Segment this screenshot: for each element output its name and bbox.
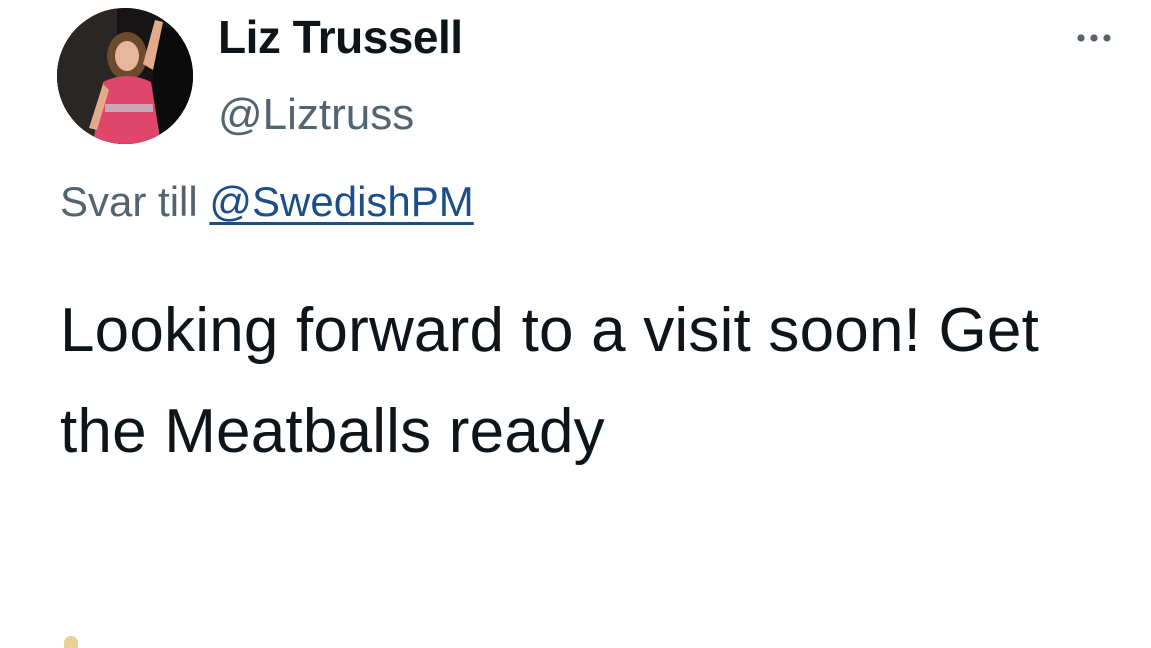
more-options-button[interactable] (1068, 18, 1120, 58)
author-handle[interactable]: @Liztruss (218, 90, 414, 140)
tweet-card: Liz Trussell @Liztruss Svar till @Swedis… (0, 0, 1151, 648)
cropped-icon-fragment (64, 636, 78, 648)
more-horizontal-icon (1077, 34, 1111, 42)
reply-prefix: Svar till (60, 178, 198, 225)
author-display-name[interactable]: Liz Trussell (218, 10, 463, 64)
profile-avatar[interactable] (57, 8, 193, 144)
reply-mention-link[interactable]: @SwedishPM (209, 178, 473, 225)
tweet-body-text: Looking forward to a visit soon! Get the… (60, 296, 1040, 466)
profile-photo-icon (57, 8, 193, 144)
reply-context: Svar till @SwedishPM (60, 178, 474, 226)
